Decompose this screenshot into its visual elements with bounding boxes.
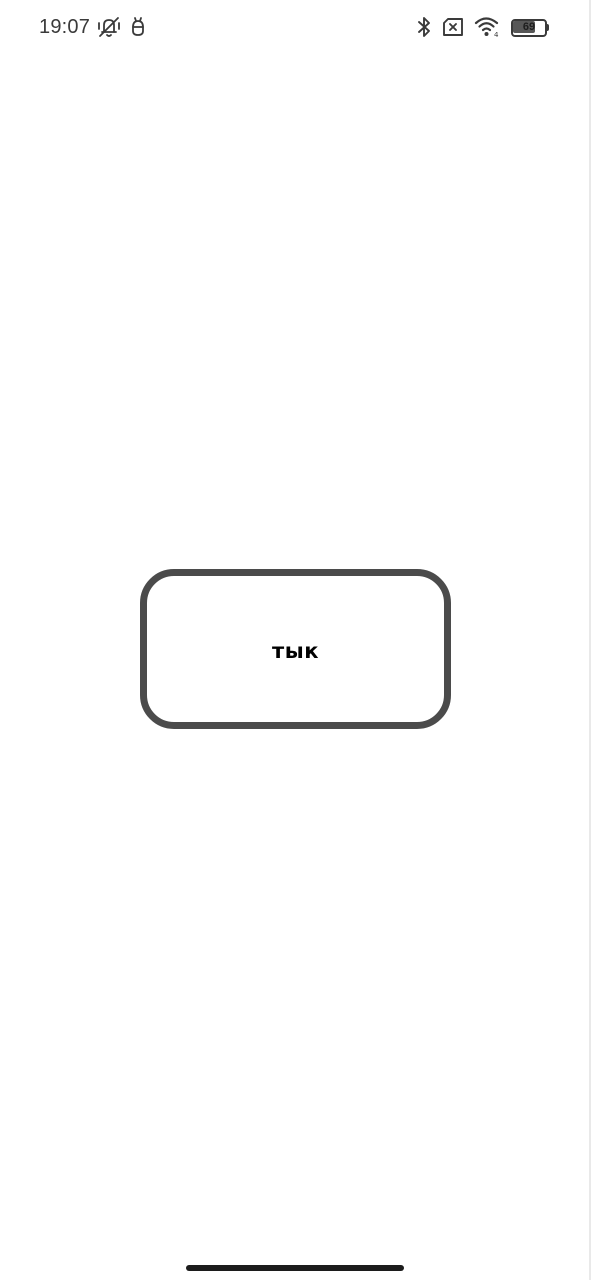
status-bar: 19:07 4 69 xyxy=(0,0,591,54)
status-time: 19:07 xyxy=(39,15,91,38)
svg-text:4: 4 xyxy=(494,31,499,39)
no-sim-icon xyxy=(441,16,465,38)
battery-level: 69 xyxy=(522,21,536,33)
android-debug-icon xyxy=(128,16,148,38)
battery-icon: 69 xyxy=(511,18,549,37)
vibrate-silent-icon xyxy=(96,15,122,39)
home-indicator[interactable] xyxy=(186,1265,404,1271)
status-bar-right: 4 69 xyxy=(416,14,549,40)
tap-button-label: тык xyxy=(272,638,319,663)
status-bar-left: 19:07 xyxy=(39,14,148,40)
app-screen: 19:07 4 69 тык xyxy=(0,0,591,1280)
tap-button[interactable]: тык xyxy=(140,569,451,729)
bluetooth-icon xyxy=(416,15,432,39)
wifi-icon: 4 xyxy=(474,15,502,39)
